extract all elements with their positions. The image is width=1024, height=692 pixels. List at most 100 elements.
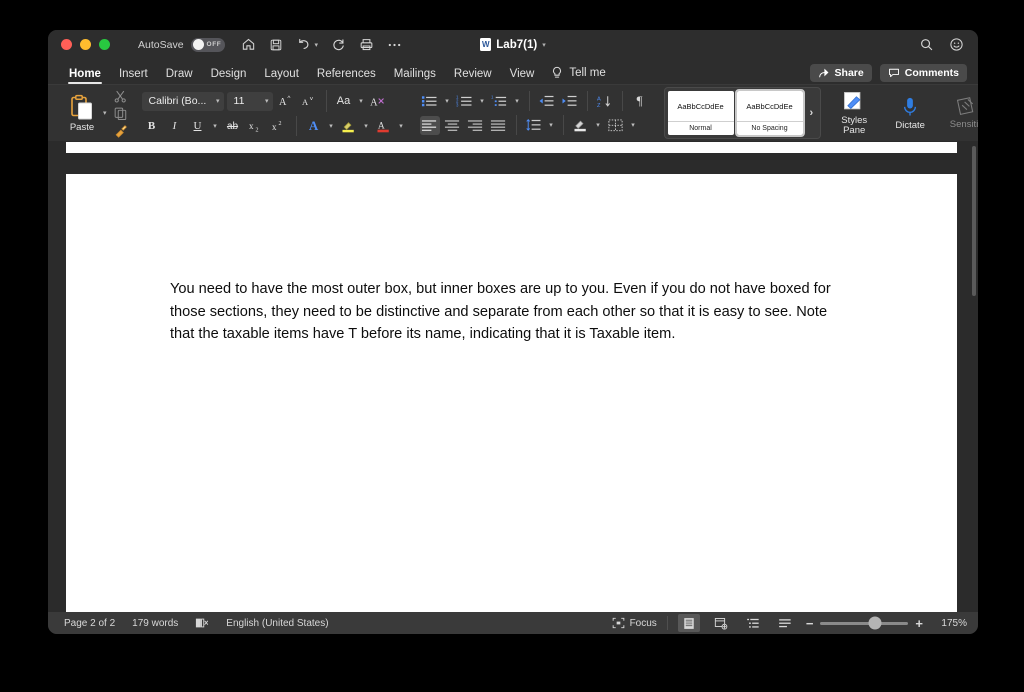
paste-chevron-down-icon[interactable]: ▾ <box>103 109 107 117</box>
minimize-window-button[interactable] <box>80 39 91 50</box>
bold-button[interactable]: B <box>142 117 162 136</box>
tab-design[interactable]: Design <box>202 68 256 84</box>
italic-button[interactable]: I <box>165 117 185 136</box>
redo-icon[interactable] <box>331 37 346 52</box>
share-button[interactable]: Share <box>809 64 872 82</box>
paste-button[interactable]: Paste <box>62 94 102 133</box>
increase-indent-icon[interactable] <box>560 92 580 111</box>
more-icon[interactable] <box>387 42 402 48</box>
style-no-spacing[interactable]: AaBbCcDdEe No Spacing <box>734 89 805 137</box>
highlight-chevron-down-icon[interactable]: ▾ <box>362 122 371 130</box>
underline-button[interactable]: U <box>188 117 208 136</box>
decrease-indent-icon[interactable] <box>537 92 557 111</box>
save-icon[interactable] <box>269 38 283 52</box>
borders-icon[interactable] <box>606 116 626 135</box>
tell-me-button[interactable]: Tell me <box>543 66 613 84</box>
smiley-icon[interactable] <box>949 37 964 52</box>
draft-view-icon[interactable] <box>774 614 796 632</box>
subscript-button[interactable]: x2 <box>246 117 266 136</box>
shading-icon[interactable] <box>571 116 591 135</box>
font-name-combobox[interactable]: Calibri (Bo... ▾ <box>141 91 224 111</box>
divider <box>562 115 564 135</box>
close-window-button[interactable] <box>61 39 72 50</box>
document-title[interactable]: Lab7(1) <box>496 39 537 51</box>
grow-font-icon[interactable]: A ^ <box>276 92 296 111</box>
bullets-chevron-down-icon[interactable]: ▾ <box>443 97 452 105</box>
pilcrow-icon[interactable]: ¶ <box>630 92 650 111</box>
justify-icon[interactable] <box>489 116 509 135</box>
word-count[interactable]: 179 words <box>132 618 178 629</box>
strikethrough-button[interactable]: ab <box>223 117 243 136</box>
tab-insert[interactable]: Insert <box>110 68 157 84</box>
text-effects-chevron-down-icon[interactable]: ▾ <box>327 122 336 130</box>
zoom-window-button[interactable] <box>99 39 110 50</box>
shading-chevron-down-icon[interactable]: ▾ <box>594 121 603 129</box>
undo-chevron-down-icon[interactable]: ▾ <box>315 41 319 49</box>
change-case-icon[interactable]: Aa <box>334 92 354 111</box>
change-case-chevron-down-icon[interactable]: ▾ <box>357 97 366 105</box>
line-spacing-chevron-down-icon[interactable]: ▾ <box>547 121 556 129</box>
vertical-scrollbar[interactable] <box>972 146 976 296</box>
language-indicator[interactable]: English (United States) <box>226 618 328 629</box>
tab-draw[interactable]: Draw <box>157 68 202 84</box>
underline-chevron-down-icon[interactable]: ▾ <box>211 122 220 130</box>
align-center-icon[interactable] <box>443 116 463 135</box>
tab-review[interactable]: Review <box>445 68 501 84</box>
style-normal[interactable]: AaBbCcDdEe Normal <box>667 91 734 135</box>
tab-references[interactable]: References <box>308 68 385 84</box>
comments-button[interactable]: Comments <box>879 64 967 82</box>
copy-icon[interactable] <box>113 106 128 121</box>
dictate-button[interactable]: Dictate <box>887 96 933 131</box>
autosave-toggle[interactable]: OFF <box>190 37 225 52</box>
search-icon[interactable] <box>919 37 934 52</box>
bullets-icon[interactable] <box>420 92 440 111</box>
tab-home[interactable]: Home <box>60 68 110 84</box>
scissors-icon[interactable] <box>113 89 128 104</box>
web-layout-icon[interactable] <box>710 614 732 632</box>
multilevel-chevron-down-icon[interactable]: ▾ <box>513 97 522 105</box>
sort-icon[interactable]: A Z <box>595 92 615 111</box>
print-icon[interactable] <box>359 37 374 52</box>
font-size-combobox[interactable]: 11 ▾ <box>226 91 273 111</box>
superscript-button[interactable]: x2 <box>269 117 289 136</box>
zoom-slider-handle[interactable] <box>868 616 882 630</box>
sensitivity-button[interactable]: ▾ Sensitivity <box>943 96 978 130</box>
page-indicator[interactable]: Page 2 of 2 <box>64 618 115 629</box>
status-bar-right: Focus − + 175% <box>612 614 967 632</box>
home-icon[interactable] <box>241 37 256 52</box>
styles-more-button[interactable]: › <box>806 107 818 119</box>
title-chevron-down-icon[interactable]: ▾ <box>542 41 546 49</box>
outline-view-icon[interactable] <box>742 614 764 632</box>
font-color-icon[interactable]: A <box>374 117 394 136</box>
clear-formatting-icon[interactable]: A <box>369 92 389 111</box>
print-layout-icon[interactable] <box>677 614 700 632</box>
zoom-out-button[interactable]: − <box>806 616 814 631</box>
zoom-slider[interactable] <box>820 616 909 630</box>
numbering-chevron-down-icon[interactable]: ▾ <box>478 97 487 105</box>
borders-chevron-down-icon[interactable]: ▾ <box>629 121 638 129</box>
proofing-errors-icon[interactable] <box>195 617 209 629</box>
shrink-font-icon[interactable]: A ˅ <box>299 92 319 111</box>
tab-mailings[interactable]: Mailings <box>385 68 445 84</box>
font-color-chevron-down-icon[interactable]: ▾ <box>397 122 406 130</box>
numbering-icon[interactable]: 1 2 3 <box>455 92 475 111</box>
document-page-current[interactable]: You need to have the most outer box, but… <box>66 174 957 612</box>
highlight-icon[interactable] <box>339 117 359 136</box>
format-painter-icon[interactable] <box>113 123 128 138</box>
zoom-in-button[interactable]: + <box>915 616 923 631</box>
document-body-text[interactable]: You need to have the most outer box, but… <box>170 278 840 346</box>
align-left-icon[interactable] <box>419 115 440 135</box>
focus-button[interactable]: Focus <box>612 617 657 629</box>
document-canvas[interactable]: You need to have the most outer box, but… <box>48 142 978 612</box>
tab-layout[interactable]: Layout <box>255 68 308 84</box>
autosave-control[interactable]: AutoSave OFF <box>138 37 225 52</box>
zoom-level[interactable]: 175% <box>933 618 967 629</box>
text-effects-icon[interactable]: A <box>304 117 324 136</box>
undo-icon[interactable] <box>296 37 311 52</box>
tab-view[interactable]: View <box>501 68 544 84</box>
multilevel-list-icon[interactable]: 1 <box>490 92 510 111</box>
styles-pane-button[interactable]: Styles Pane <box>831 91 877 136</box>
line-spacing-icon[interactable] <box>524 116 544 135</box>
align-right-icon[interactable] <box>466 116 486 135</box>
styles-gallery: AaBbCcDdEe Normal AaBbCcDdEe No Spacing … <box>663 87 822 139</box>
